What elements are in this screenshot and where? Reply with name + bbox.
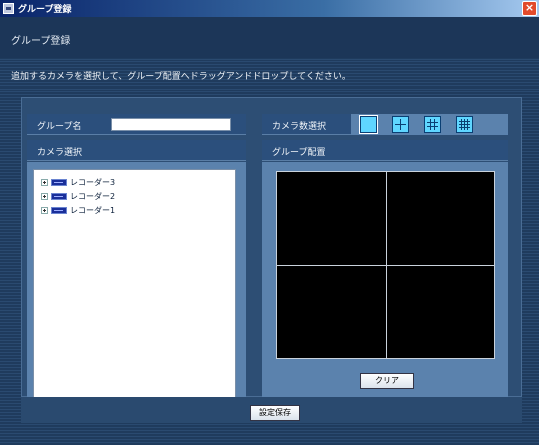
clear-button[interactable]: クリア [360, 373, 414, 389]
window-body: グループ登録 追加するカメラを選択して、グループ配置へドラッグアンドドロップして… [0, 17, 539, 445]
camera-grid-view[interactable] [276, 171, 495, 359]
header-band: グループ登録 [0, 17, 539, 58]
page-title: グループ登録 [11, 36, 71, 47]
camera-count-row: カメラ数選択 [262, 114, 508, 135]
group-layout-area: クリア [262, 162, 508, 405]
tree-item-label: レコーダー2 [70, 192, 116, 201]
recorder-icon [51, 179, 67, 186]
grid-divider-horizontal [277, 265, 494, 266]
tree-item-recorder-3[interactable]: レコーダー3 [41, 177, 115, 189]
instruction-text: 追加するカメラを選択して、グループ配置へドラッグアンドドロップしてください。 [11, 72, 351, 82]
expand-icon[interactable] [41, 207, 48, 214]
title-bar: グループ登録 × [0, 0, 539, 17]
save-settings-button[interactable]: 設定保存 [250, 405, 300, 421]
expand-icon[interactable] [41, 193, 48, 200]
layout-1-camera-button[interactable] [359, 115, 378, 134]
group-layout-header: グループ配置 [262, 140, 508, 161]
expand-icon[interactable] [41, 179, 48, 186]
tree-item-label: レコーダー3 [70, 178, 116, 187]
tree-item-label: レコーダー1 [70, 206, 116, 215]
camera-count-label: カメラ数選択 [272, 122, 327, 132]
recorder-icon [51, 193, 67, 200]
layout-9-camera-button[interactable] [424, 116, 441, 133]
camera-select-header: カメラ選択 [27, 140, 246, 161]
layout-4-camera-button[interactable] [392, 116, 409, 133]
instruction-band: 追加するカメラを選択して、グループ配置へドラッグアンドドロップしてください。 [0, 61, 539, 87]
camera-count-options [351, 114, 508, 135]
camera-tree[interactable]: レコーダー3 レコーダー2 レコーダー1 [33, 169, 236, 398]
group-name-input[interactable] [112, 119, 230, 130]
app-icon [3, 3, 14, 14]
window-title: グループ登録 [18, 5, 72, 15]
tree-item-recorder-2[interactable]: レコーダー2 [41, 191, 115, 203]
recorder-icon [51, 207, 67, 214]
camera-select-label: カメラ選択 [37, 148, 83, 158]
tree-item-recorder-1[interactable]: レコーダー1 [41, 205, 115, 217]
group-name-label: グループ名 [37, 122, 82, 132]
close-button[interactable]: × [522, 1, 537, 16]
group-layout-label: グループ配置 [272, 148, 326, 158]
group-name-row: グループ名 [27, 114, 246, 135]
group-name-field[interactable] [111, 118, 231, 131]
layout-16-camera-button[interactable] [456, 116, 473, 133]
